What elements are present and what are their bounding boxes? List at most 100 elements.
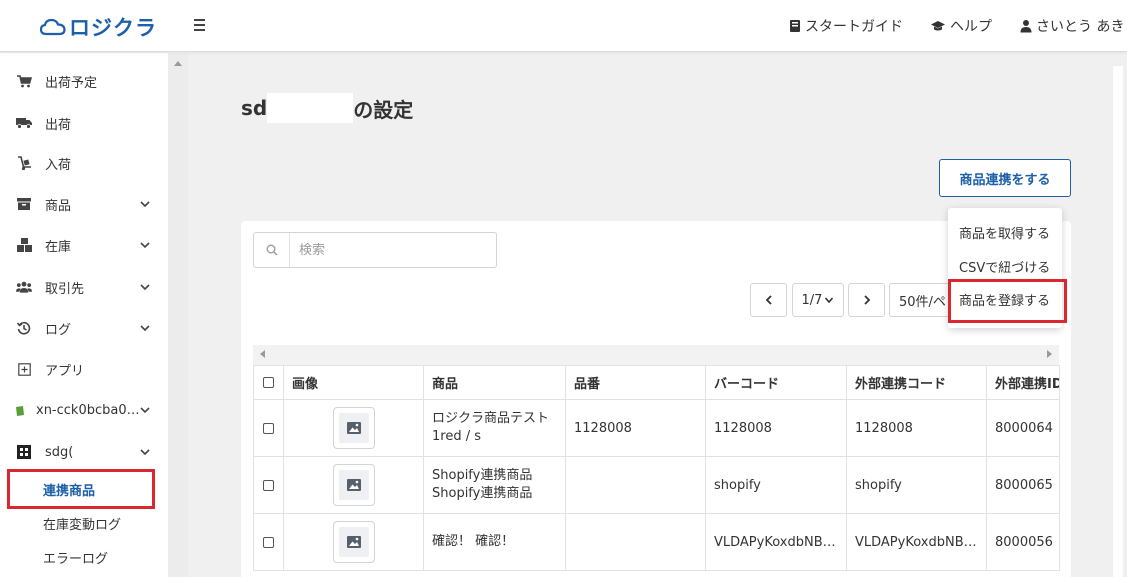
start-guide-link[interactable]: スタートガイド [789,16,903,36]
page-title-prefix: sd [241,96,268,120]
row-checkbox[interactable] [263,536,274,548]
graduation-cap-icon [931,21,945,31]
help-link[interactable]: ヘルプ [930,16,992,36]
sidebar-highlight-box [7,469,155,509]
user-menu[interactable]: さいとう あき [1020,16,1124,36]
sidebar-subitem-error-log[interactable]: エラーログ [0,541,168,573]
chevron-right-icon [863,295,870,305]
barcode-cell: shopify [705,456,847,514]
column-header-product[interactable]: 商品 [423,365,566,400]
next-page-button[interactable] [848,283,885,317]
sku-cell [565,456,706,514]
book-icon [790,20,800,32]
sidebar-item-shipping[interactable]: 出荷 [0,103,168,143]
history-icon [16,320,32,336]
search-input[interactable] [290,242,490,258]
sidebar-item-label: 商品 [45,198,72,214]
table-header-row: 画像 商品 品番 バーコード 外部連携コード 外部連携ID [253,365,1060,400]
row-select-cell [253,456,284,514]
table-horizontal-scrollbar[interactable] [253,345,1059,365]
hamburger-menu-icon[interactable] [194,16,212,36]
sidebar-item-receiving[interactable]: 入荷 [0,143,168,183]
redacted-mask [267,93,354,123]
sidebar-subitem-stock-log[interactable]: 在庫変動ログ [0,507,168,539]
sidebar-item-label: 入荷 [45,157,72,173]
barcode-cell: VLDAPyKoxdbNBl… [705,513,847,571]
sidebar-item-label: sdg( [45,444,74,460]
external-id-cell: 8000065 [986,456,1060,514]
select-all-checkbox[interactable] [263,377,274,388]
sidebar-item-shopify-store[interactable]: xn-cck0bcba0… [0,390,168,430]
external-id-cell: 8000056 [986,513,1060,571]
sidebar-item-label: アプリ [45,363,85,379]
page-title-suffix: の設定 [353,97,414,122]
logo-text: ロジクラ [69,16,157,40]
help-label: ヘルプ [950,19,992,35]
link-products-button[interactable]: 商品連携をする [939,159,1071,197]
sidebar-subitem-label: エラーログ [43,551,109,567]
chevron-down-icon [825,297,834,304]
scroll-up-arrow-icon[interactable] [174,61,182,66]
row-checkbox[interactable] [263,479,274,491]
column-header-external-id[interactable]: 外部連携ID [986,365,1060,400]
external-code-cell: 1128008 [846,399,987,457]
search-box [253,232,497,268]
chevron-down-icon [140,449,150,456]
row-select-cell [253,513,284,571]
scroll-right-arrow-icon[interactable] [1047,350,1052,358]
sidebar-item-partners[interactable]: 取引先 [0,267,168,307]
column-header-external-code[interactable]: 外部連携コード [846,365,987,400]
chevron-down-icon [140,325,150,332]
page-scrollbar-thumb[interactable] [1113,66,1123,577]
page-select[interactable]: 1/7 [792,283,844,317]
sidebar-item-shipping-plan[interactable]: 出荷予定 [0,61,168,101]
cart-icon [16,73,32,89]
sidebar-item-apps[interactable]: アプリ [0,349,168,389]
sidebar-item-label: 在庫 [45,239,72,255]
chevron-down-icon [140,242,150,249]
column-header-image[interactable]: 画像 [283,365,424,400]
chevron-down-icon [140,407,150,414]
sidebar-item-shop[interactable]: sdg( [0,432,168,472]
table-row[interactable]: 確認！ 確認！ VLDAPyKoxdbNBl… VLDAPyKoxdbNBl… … [253,513,1060,571]
boxes-icon [16,237,32,253]
column-header-barcode[interactable]: バーコード [705,365,847,400]
sidebar-scrollbar[interactable] [168,53,188,577]
sidebar-item-logs[interactable]: ログ [0,308,168,348]
box-icon [16,196,32,212]
sidebar-subitem-label: 在庫変動ログ [43,517,122,533]
row-checkbox[interactable] [263,422,274,434]
product-cell: ロジクラ商品テスト1red / s [423,399,566,457]
image-cell [283,399,424,457]
prev-page-button[interactable] [750,283,787,317]
table-row[interactable]: ロジクラ商品テスト1red / s 1128008 1128008 112800… [253,399,1060,457]
truck-icon [16,115,32,131]
sku-cell [565,513,706,571]
product-thumbnail[interactable] [332,407,375,449]
user-icon [1020,20,1032,33]
dropdown-highlight-box [948,279,1067,323]
table-row[interactable]: Shopify連携商品 Shopify連携商品 shopify shopify … [253,456,1060,514]
sidebar-item-products[interactable]: 商品 [0,184,168,224]
sidebar-item-inventory[interactable]: 在庫 [0,225,168,265]
dropdown-item-fetch-products[interactable]: 商品を取得する [959,223,1050,242]
image-placeholder-icon [346,422,361,434]
logo[interactable]: ロジクラ [40,15,157,40]
products-card: 1/7 50件/ペ 画像 商品 品番 バーコード [241,221,1071,577]
start-guide-label: スタートガイド [805,19,903,35]
dropdown-item-csv-link[interactable]: CSVで紐づける [959,257,1050,276]
column-header-sku[interactable]: 品番 [565,365,706,400]
sidebar: 出荷予定 出荷 入荷 商品 在庫 取引先 ログ アプリ xn-cck0bcba0… [0,53,168,577]
external-id-cell: 8000064 [986,399,1060,457]
product-thumbnail[interactable] [332,464,375,506]
shopify-icon [12,402,28,418]
image-cell [283,513,424,571]
image-placeholder-icon [346,536,361,548]
sku-cell: 1128008 [565,399,706,457]
chevron-down-icon [140,284,150,291]
page-title: sd の設定 [241,93,413,123]
barcode-cell: 1128008 [705,399,847,457]
product-thumbnail[interactable] [332,521,375,563]
sidebar-item-label: xn-cck0bcba0… [36,402,140,418]
scroll-left-arrow-icon[interactable] [260,350,265,358]
